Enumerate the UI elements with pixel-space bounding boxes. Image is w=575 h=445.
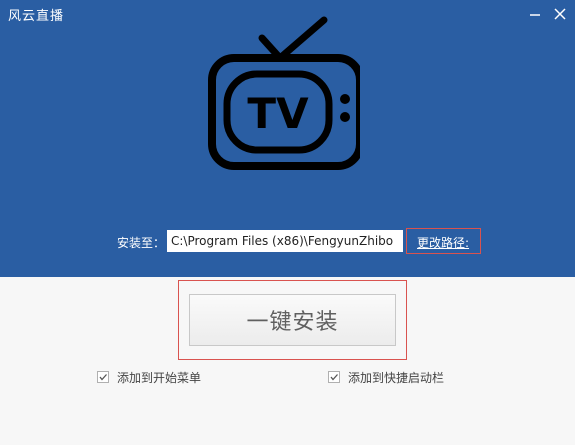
install-path-input[interactable] (167, 230, 403, 252)
window-title: 风云直播 (8, 9, 65, 24)
minimize-button[interactable] (525, 4, 545, 24)
installer-window: 风云直播 TV 安装至： C:\Program Files (x86)\Feng… (0, 0, 575, 445)
close-button[interactable] (550, 4, 570, 24)
checkmark-icon (99, 374, 107, 381)
checkmark-icon (330, 374, 338, 381)
minimize-icon (530, 14, 540, 16)
install-path-row: 安装至： 更改路径: (0, 228, 575, 254)
change-path-link[interactable]: 更改路径: (417, 234, 469, 251)
tv-icon: TV (208, 16, 360, 170)
quick-launch-checkbox[interactable] (328, 371, 340, 383)
start-menu-option[interactable]: 添加到开始菜单 (97, 368, 201, 386)
one-click-install-button[interactable]: 一键安装 (189, 294, 396, 346)
tv-logo-text: TV (247, 89, 309, 138)
close-icon (554, 8, 566, 20)
quick-launch-option[interactable]: 添加到快捷启动栏 (328, 368, 444, 386)
install-to-label: 安装至： (117, 236, 166, 250)
header-panel: 风云直播 TV 安装至： C:\Program Files (x86)\Feng… (0, 0, 575, 277)
install-button-highlight: 一键安装 (178, 280, 407, 360)
change-path-highlight: 更改路径: (406, 228, 481, 254)
start-menu-label: 添加到开始菜单 (117, 370, 202, 385)
quick-launch-label: 添加到快捷启动栏 (348, 370, 445, 385)
start-menu-checkbox[interactable] (97, 371, 109, 383)
